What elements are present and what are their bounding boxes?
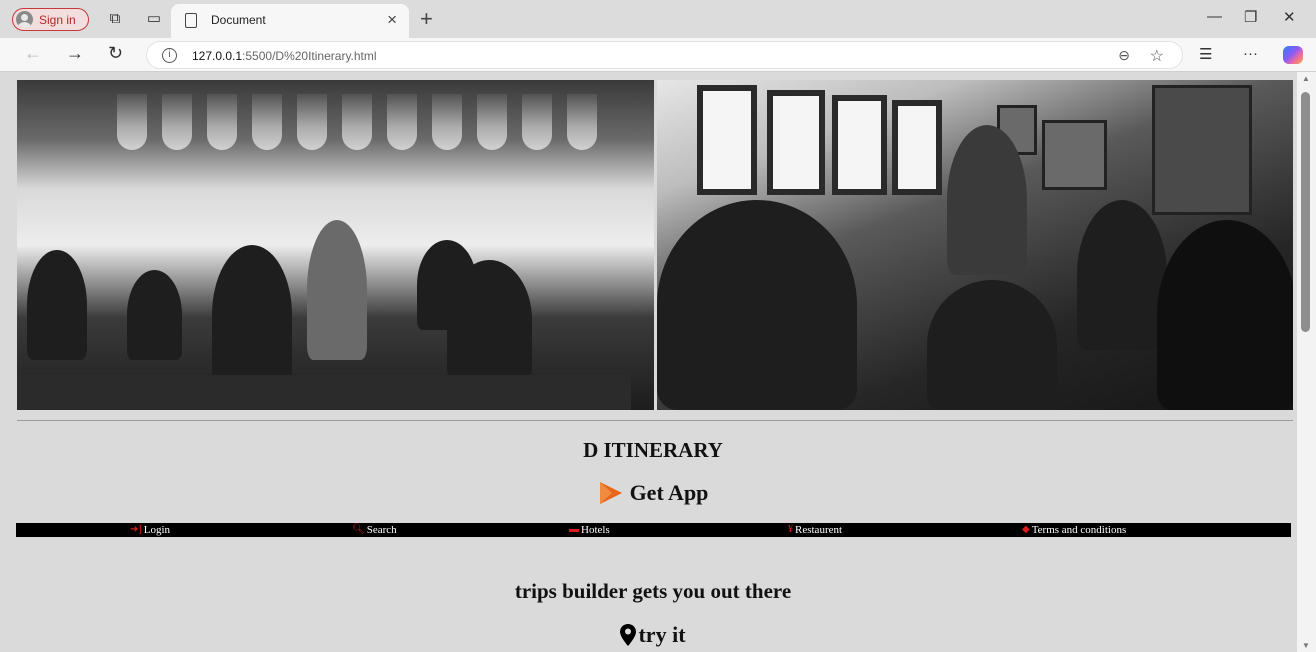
- wine-glass-icon: [387, 94, 417, 150]
- diner-silhouette: [926, 280, 1057, 410]
- favorites-icon[interactable]: ☰: [1199, 45, 1212, 63]
- tab-strip: Sign in ⧉ ▭ Document × + — ❐ ✕: [0, 0, 1316, 38]
- menu-item-login[interactable]: ➜] Login: [130, 523, 170, 537]
- sign-in-label: Sign in: [39, 12, 76, 27]
- page-scrollbar[interactable]: ▲ ▼: [1297, 72, 1316, 652]
- document-icon: [185, 13, 197, 28]
- wine-glass-icon: [162, 94, 192, 150]
- bed-icon: ▬: [569, 524, 579, 535]
- close-tab-icon[interactable]: ×: [387, 10, 397, 30]
- window-pane: [891, 100, 942, 195]
- scroll-down-icon[interactable]: ▼: [1302, 641, 1310, 650]
- wall-tapestry: [1151, 85, 1252, 215]
- diner-silhouette: [1076, 200, 1167, 350]
- window-pane: [696, 85, 757, 195]
- new-tab-icon[interactable]: +: [420, 6, 433, 32]
- tagline: trips builder gets you out there: [514, 579, 792, 603]
- url-path: :5500/D%20Itinerary.html: [242, 49, 377, 63]
- google-play-icon: [599, 482, 622, 504]
- address-bar-row: ← → ↻ i 127.0.0.1:5500/D%20Itinerary.htm…: [0, 38, 1316, 72]
- wine-glass-icon: [477, 94, 507, 150]
- menu-label: Hotels: [581, 524, 610, 536]
- more-options-icon[interactable]: ···: [1243, 45, 1258, 62]
- menu-item-terms[interactable]: ◆ Terms and conditions: [1022, 523, 1126, 537]
- get-app-link[interactable]: Get App: [9, 480, 1297, 506]
- diner-silhouette: [127, 270, 182, 360]
- scroll-up-icon[interactable]: ▲: [1302, 74, 1310, 83]
- nav-menu: ➜] Login 🔍︎ Search ▬ Hotels ¥ Restaurent…: [16, 523, 1291, 537]
- handshake-icon: ◆: [1022, 524, 1030, 535]
- diner-silhouette: [307, 220, 367, 360]
- site-title: D ITINERARY: [583, 438, 723, 462]
- menu-label: Terms and conditions: [1031, 524, 1127, 536]
- hero-photos: [17, 80, 1293, 410]
- restaurant-photo-right: [656, 80, 1293, 410]
- tab-document[interactable]: Document ×: [171, 4, 409, 38]
- tab-title: Document: [211, 13, 266, 27]
- diner-silhouette: [656, 200, 857, 410]
- profile-avatar-icon: [16, 11, 33, 28]
- wine-glass-icon: [252, 94, 282, 150]
- bar-counter: [17, 375, 631, 410]
- menu-item-restaurent[interactable]: ¥ Restaurent: [788, 523, 842, 537]
- favorite-star-icon[interactable]: ☆: [1150, 46, 1164, 66]
- wine-glass-icon: [297, 94, 327, 150]
- diner-silhouette: [27, 250, 87, 360]
- tab-actions-icon[interactable]: ▭: [145, 10, 163, 28]
- menu-item-search[interactable]: 🔍︎ Search: [352, 523, 397, 537]
- waiter-silhouette: [946, 125, 1027, 275]
- search-icon: 🔍︎: [352, 524, 365, 535]
- wine-glass-icon: [522, 94, 552, 150]
- menu-item-hotels[interactable]: ▬ Hotels: [569, 523, 610, 537]
- map-pin-icon: [620, 624, 637, 646]
- refresh-icon[interactable]: ↻: [108, 43, 123, 64]
- wine-glass-icon: [117, 94, 147, 150]
- minimize-icon[interactable]: —: [1207, 8, 1222, 25]
- wine-glass-icon: [207, 94, 237, 150]
- wine-glass-icon: [432, 94, 462, 150]
- workspaces-icon[interactable]: ⧉: [106, 10, 124, 28]
- close-window-icon[interactable]: ✕: [1283, 8, 1296, 26]
- url-host: 127.0.0.1: [192, 49, 243, 63]
- divider: [17, 420, 1293, 421]
- diner-silhouette: [1156, 220, 1293, 410]
- menu-label: Search: [366, 524, 397, 536]
- sign-in-button[interactable]: Sign in: [12, 8, 89, 31]
- url-field[interactable]: i 127.0.0.1:5500/D%20Itinerary.html ⊖ ☆: [146, 41, 1183, 69]
- url-text: 127.0.0.1:5500/D%20Itinerary.html: [192, 49, 377, 63]
- window-pane: [831, 95, 887, 195]
- scrollbar-thumb[interactable]: [1301, 92, 1310, 332]
- forward-icon[interactable]: →: [66, 43, 84, 64]
- wine-glass-icon: [567, 94, 597, 150]
- utensils-icon: ¥: [788, 524, 793, 535]
- window-pane: [766, 90, 825, 195]
- login-icon: ➜]: [130, 524, 142, 535]
- site-info-icon[interactable]: i: [162, 48, 177, 63]
- diner-silhouette: [212, 245, 292, 385]
- menu-label: Login: [143, 524, 170, 536]
- diner-silhouette: [447, 260, 532, 380]
- zoom-icon[interactable]: ⊖: [1118, 47, 1130, 64]
- menu-label: Restaurent: [795, 524, 843, 536]
- restore-icon[interactable]: ❐: [1244, 8, 1257, 26]
- back-icon[interactable]: ←: [24, 43, 42, 64]
- wall-frame: [1041, 120, 1107, 190]
- copilot-icon[interactable]: [1283, 46, 1303, 64]
- page-viewport: D ITINERARY Get App ➜] Login 🔍︎ Search ▬…: [9, 72, 1297, 652]
- wine-glass-icon: [342, 94, 372, 150]
- get-app-label: Get App: [629, 480, 709, 505]
- try-it-link[interactable]: try it: [9, 622, 1297, 648]
- try-it-label: try it: [638, 622, 686, 647]
- restaurant-photo-left: [17, 80, 654, 410]
